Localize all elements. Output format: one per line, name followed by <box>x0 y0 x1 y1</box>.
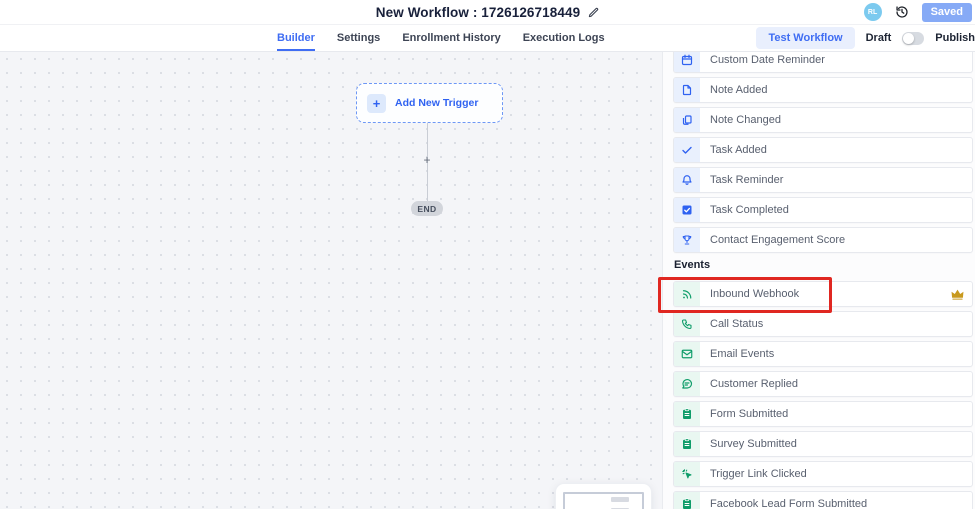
clipboard-icon <box>674 402 700 426</box>
draft-label: Draft <box>866 32 892 44</box>
trigger-item-trigger-link-clicked[interactable]: Trigger Link Clicked <box>673 461 973 487</box>
tab-execution-logs[interactable]: Execution Logs <box>523 25 605 51</box>
webhook-icon <box>674 282 700 306</box>
trigger-item-note-changed[interactable]: Note Changed <box>673 107 973 133</box>
notes-copy-icon <box>674 108 700 132</box>
main: + Add New Trigger + END Custom Da <box>0 52 975 509</box>
trigger-item-task-added[interactable]: Task Added <box>673 137 973 163</box>
tab-bar: Builder Settings Enrollment History Exec… <box>0 25 975 52</box>
publish-label: Publish <box>935 32 975 44</box>
test-workflow-button[interactable]: Test Workflow <box>756 27 854 49</box>
publish-toggle[interactable] <box>902 32 924 45</box>
triggers-sidebar: Custom Date Reminder Note Added Note Cha… <box>662 52 975 509</box>
trigger-item-form-submitted[interactable]: Form Submitted <box>673 401 973 427</box>
plus-icon: + <box>367 94 386 113</box>
check-icon <box>674 138 700 162</box>
add-new-trigger-button[interactable]: + Add New Trigger <box>356 83 503 123</box>
calendar-icon <box>674 52 700 72</box>
note-icon <box>674 78 700 102</box>
trigger-item-note-added[interactable]: Note Added <box>673 77 973 103</box>
trigger-list: Custom Date Reminder Note Added Note Cha… <box>673 52 973 509</box>
tab-settings[interactable]: Settings <box>337 25 380 51</box>
saved-button[interactable]: Saved <box>922 3 972 22</box>
trigger-item-task-reminder[interactable]: Task Reminder <box>673 167 973 193</box>
trigger-item-email-events[interactable]: Email Events <box>673 341 973 367</box>
check-square-icon <box>674 198 700 222</box>
trophy-icon <box>674 228 700 252</box>
tab-builder[interactable]: Builder <box>277 25 315 51</box>
preview-page-thumbnail <box>563 492 644 509</box>
workflow-canvas: + Add New Trigger + END <box>0 52 662 509</box>
header: New Workflow : 1726126718449 RL Saved <box>0 0 975 25</box>
clipboard-icon <box>674 432 700 456</box>
trigger-item-inbound-webhook[interactable]: Inbound Webhook <box>673 281 973 307</box>
trigger-item-customer-replied[interactable]: Customer Replied <box>673 371 973 397</box>
workflow-builder-app: New Workflow : 1726126718449 RL Saved Bu… <box>0 0 975 509</box>
phone-icon <box>674 312 700 336</box>
trigger-item-contact-engagement-score[interactable]: Contact Engagement Score <box>673 227 973 253</box>
clipboard-icon <box>674 492 700 509</box>
chat-icon <box>674 372 700 396</box>
bell-icon <box>674 168 700 192</box>
premium-crown-icon <box>951 289 964 300</box>
add-new-trigger-label: Add New Trigger <box>395 97 478 109</box>
trigger-item-task-completed[interactable]: Task Completed <box>673 197 973 223</box>
mail-icon <box>674 342 700 366</box>
history-icon[interactable] <box>895 5 909 19</box>
trigger-item-call-status[interactable]: Call Status <box>673 311 973 337</box>
events-section-header: Events <box>674 259 973 272</box>
edit-title-icon[interactable] <box>588 7 599 18</box>
avatar[interactable]: RL <box>864 3 882 21</box>
page-title: New Workflow : 1726126718449 <box>376 5 580 20</box>
preview-placeholder-bar <box>611 497 629 502</box>
add-step-plus-icon[interactable]: + <box>420 153 434 167</box>
trigger-item-facebook-lead-form-submitted[interactable]: Facebook Lead Form Submitted <box>673 491 973 509</box>
cursor-click-icon <box>674 462 700 486</box>
end-node: END <box>411 201 443 216</box>
preview-popup <box>556 484 651 509</box>
toggle-knob <box>903 33 914 44</box>
tab-enrollment-history[interactable]: Enrollment History <box>402 25 500 51</box>
trigger-item-survey-submitted[interactable]: Survey Submitted <box>673 431 973 457</box>
trigger-item-custom-date-reminder[interactable]: Custom Date Reminder <box>673 52 973 73</box>
